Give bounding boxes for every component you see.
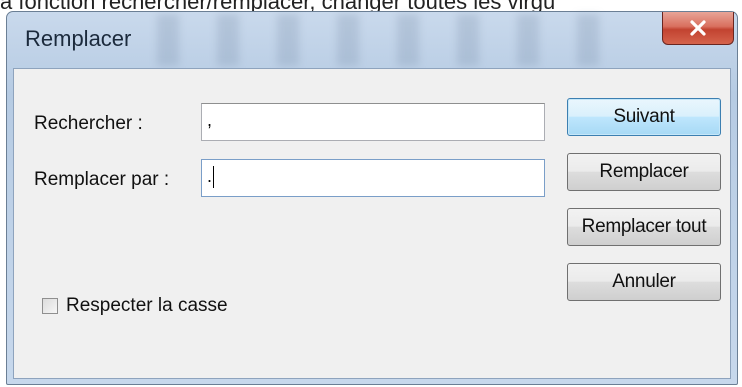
find-input-value: , [207, 110, 213, 130]
close-button[interactable] [662, 12, 734, 45]
find-label: Rechercher : [34, 113, 143, 134]
close-icon [690, 20, 706, 36]
replace-label: Remplacer par : [34, 169, 170, 190]
replace-all-button[interactable]: Remplacer tout [567, 208, 721, 246]
find-input[interactable]: , [201, 103, 545, 141]
text-caret [213, 166, 215, 189]
replace-input-value: . [207, 166, 213, 186]
match-case-checkbox[interactable] [42, 298, 58, 314]
background-caption: a fonction rechercher/remplacer, changer… [0, 0, 742, 11]
replace-input[interactable]: . [201, 159, 545, 197]
dialog-title: Remplacer [25, 26, 132, 51]
replace-button[interactable]: Remplacer [567, 153, 721, 191]
titlebar-background [157, 14, 637, 66]
cancel-button[interactable]: Annuler [567, 263, 721, 301]
replace-dialog: Remplacer Rechercher : , Remplacer par :… [6, 11, 738, 385]
match-case-label: Respecter la casse [66, 295, 228, 316]
next-button[interactable]: Suivant [567, 98, 721, 136]
dialog-client-area: Rechercher : , Remplacer par : . Suivant… [13, 68, 731, 379]
